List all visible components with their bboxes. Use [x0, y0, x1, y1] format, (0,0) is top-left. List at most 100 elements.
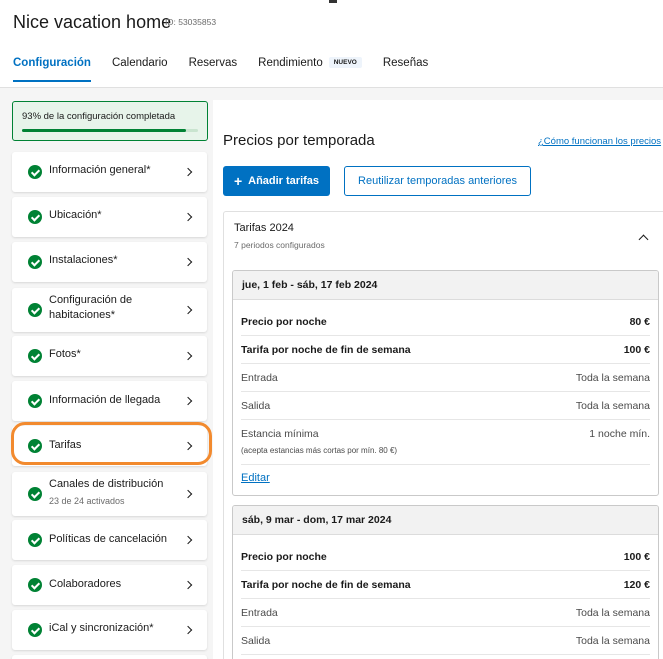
checkin-row: Entrada Toda la semana — [241, 364, 650, 392]
price-row: Precio por noche 100 € — [241, 543, 650, 571]
check-circle-icon — [28, 578, 42, 592]
weekend-price-row: Tarifa por noche de fin de semana 100 € — [241, 336, 650, 364]
season-card: jue, 1 feb - sáb, 17 feb 2024 Precio por… — [232, 270, 659, 496]
weekend-price-value: 100 € — [623, 344, 650, 356]
sidebar-item-canales-distribucion[interactable]: Canales de distribución 23 de 24 activad… — [12, 472, 207, 516]
plus-icon: + — [233, 173, 243, 189]
checkin-value: Toda la semana — [575, 372, 650, 384]
sidebar-item-label: Información de llegada — [49, 394, 161, 406]
min-stay-note: (acepta estancias más cortas por mín. 80… — [241, 446, 398, 455]
rates-group-subtitle: 7 periodos configurados — [234, 240, 325, 250]
sidebar-item-informacion-llegada[interactable]: Información de llegada — [12, 381, 207, 421]
rates-group-title: Tarifas 2024 — [234, 222, 294, 234]
sidebar-item-informacion-general[interactable]: Información general* — [12, 152, 207, 192]
property-id: ID: 53035853 — [165, 17, 217, 27]
min-stay-value: 1 noche mín. — [589, 428, 650, 440]
season-card: sáb, 9 mar - dom, 17 mar 2024 Precio por… — [232, 505, 659, 659]
check-circle-icon — [28, 533, 42, 547]
help-link[interactable]: ¿Cómo funcionan los precios — [538, 136, 661, 147]
sidebar-item-label: iCal y sincronización* — [49, 622, 154, 634]
checkin-label: Entrada — [241, 607, 278, 619]
sidebar-item-instalaciones[interactable]: Instalaciones* — [12, 242, 207, 282]
check-circle-icon — [28, 255, 42, 269]
check-circle-icon — [28, 439, 42, 453]
chevron-right-icon — [183, 580, 193, 590]
section-title: Precios por temporada — [223, 132, 375, 149]
sidebar-item-sublabel: 23 de 24 activados — [49, 496, 125, 506]
chevron-right-icon — [183, 305, 193, 315]
check-circle-icon — [28, 394, 42, 408]
season-date-range: jue, 1 feb - sáb, 17 feb 2024 — [233, 271, 658, 300]
price-value: 100 € — [623, 551, 650, 563]
checkin-label: Entrada — [241, 372, 278, 384]
sidebar-item-ical-sincronizacion[interactable]: iCal y sincronización* — [12, 610, 207, 650]
edit-season-link[interactable]: Editar — [241, 464, 650, 491]
tab-rendimiento[interactable]: Rendimiento NUEVO — [258, 57, 362, 69]
check-circle-icon — [28, 303, 42, 317]
sidebar-item-more[interactable] — [12, 655, 207, 659]
checkin-row: Entrada Toda la semana — [241, 599, 650, 627]
progress-bar-fill — [22, 129, 186, 132]
sidebar-item-label: Políticas de cancelación — [49, 533, 168, 545]
sidebar-item-label: Tarifas — [49, 439, 82, 451]
setup-progress-card: 93% de la configuración completada — [12, 101, 208, 141]
price-row: Precio por noche 80 € — [241, 308, 650, 336]
checkout-value: Toda la semana — [575, 635, 650, 647]
header: Nice vacation home ID: 53035853 Configur… — [0, 0, 663, 88]
weekend-price-label: Tarifa por noche de fin de semana — [241, 344, 411, 356]
sidebar-item-ubicacion[interactable]: Ubicación* — [12, 197, 207, 237]
chevron-right-icon — [183, 441, 193, 451]
tab-calendario[interactable]: Calendario — [112, 57, 168, 69]
add-rates-button[interactable]: + Añadir tarifas — [223, 166, 330, 196]
checkout-value: Toda la semana — [575, 400, 650, 412]
check-circle-icon — [28, 623, 42, 637]
tab-reservas[interactable]: Reservas — [189, 57, 238, 69]
chevron-right-icon — [183, 396, 193, 406]
checkout-row: Salida Toda la semana — [241, 392, 650, 420]
sidebar-item-configuracion-habitaciones[interactable]: Configuración de habitaciones* — [12, 288, 207, 332]
window-handle — [329, 0, 337, 3]
tab-configuracion[interactable]: Configuración — [13, 57, 91, 82]
check-circle-icon — [28, 210, 42, 224]
sidebar-item-label: Configuración de habitaciones* — [49, 294, 133, 321]
progress-text: 93% de la configuración completada — [22, 111, 176, 122]
checkout-label: Salida — [241, 400, 271, 412]
chevron-right-icon — [183, 167, 193, 177]
check-circle-icon — [28, 487, 42, 501]
chevron-right-icon — [183, 257, 193, 267]
tab-rendimiento-label: Rendimiento — [258, 57, 323, 69]
new-badge: NUEVO — [328, 57, 362, 68]
sidebar-item-label: Instalaciones* — [49, 254, 118, 266]
checkout-row: Salida Toda la semana — [241, 627, 650, 655]
sidebar-item-label: Canales de distribución — [49, 478, 164, 490]
chevron-right-icon — [183, 351, 193, 361]
price-value: 80 € — [629, 316, 650, 328]
page-title: Nice vacation home — [13, 12, 172, 32]
reuse-seasons-button[interactable]: Reutilizar temporadas anteriores — [344, 166, 531, 196]
season-date-range: sáb, 9 mar - dom, 17 mar 2024 — [233, 506, 658, 535]
sidebar-item-label: Ubicación* — [49, 209, 102, 221]
price-label: Precio por noche — [241, 316, 327, 328]
add-rates-label: Añadir tarifas — [248, 175, 320, 187]
checkin-value: Toda la semana — [575, 607, 650, 619]
check-circle-icon — [28, 165, 42, 179]
weekend-price-row: Tarifa por noche de fin de semana 120 € — [241, 571, 650, 599]
min-stay-row: Estancia mínima 1 noche mín. (acepta est… — [241, 420, 650, 464]
sidebar-item-fotos[interactable]: Fotos* — [12, 336, 207, 376]
check-circle-icon — [28, 349, 42, 363]
sidebar-item-label: Información general* — [49, 164, 151, 176]
sidebar-item-tarifas[interactable]: Tarifas — [12, 426, 207, 466]
min-stay-label: Estancia mínima — [241, 428, 319, 440]
weekend-price-value: 120 € — [623, 579, 650, 591]
sidebar-item-label: Fotos* — [49, 348, 81, 360]
sidebar-item-colaboradores[interactable]: Colaboradores — [12, 565, 207, 605]
progress-bar — [22, 129, 198, 132]
checkout-label: Salida — [241, 635, 271, 647]
sidebar-item-politicas-cancelacion[interactable]: Políticas de cancelación — [12, 520, 207, 560]
sidebar-item-label: Colaboradores — [49, 578, 122, 590]
tab-resenas[interactable]: Reseñas — [383, 57, 428, 69]
weekend-price-label: Tarifa por noche de fin de semana — [241, 579, 411, 591]
price-label: Precio por noche — [241, 551, 327, 563]
chevron-right-icon — [183, 212, 193, 222]
tab-bar: Configuración Calendario Reservas Rendim… — [13, 57, 449, 82]
